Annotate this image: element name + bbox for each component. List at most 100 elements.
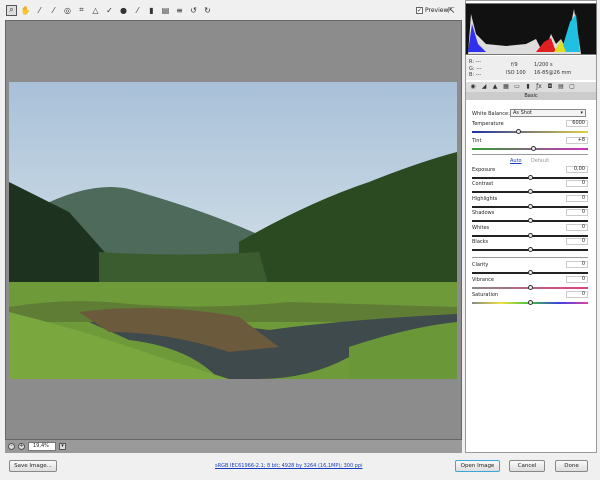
b-value: B: --- bbox=[469, 72, 482, 78]
hand-icon[interactable]: ✋ bbox=[20, 5, 31, 16]
slider-exposure: Exposure 0,00 bbox=[472, 166, 588, 180]
slider-track[interactable] bbox=[472, 300, 588, 305]
slider-track[interactable] bbox=[472, 218, 588, 223]
slider-track[interactable] bbox=[472, 270, 588, 275]
target-adjust-icon[interactable]: ◎ bbox=[62, 5, 73, 16]
slider-value-input[interactable]: 0 bbox=[566, 224, 588, 231]
slider-track[interactable] bbox=[472, 129, 588, 134]
slider-contrast: Contrast 0 bbox=[472, 180, 588, 194]
tone-curve-tab-icon[interactable]: ◢ bbox=[479, 82, 489, 91]
fx-tab-icon[interactable]: ƒx bbox=[534, 82, 544, 91]
zoom-level[interactable]: 19,4% bbox=[28, 442, 56, 451]
slider-thumb[interactable] bbox=[528, 247, 533, 252]
split-toning-tab-icon[interactable]: ▭ bbox=[512, 82, 522, 91]
crop-icon[interactable]: ⌗ bbox=[76, 5, 87, 16]
slider-thumb[interactable] bbox=[528, 285, 533, 290]
preview-checkbox[interactable]: ✓ Preview bbox=[416, 7, 448, 14]
slider-thumb[interactable] bbox=[528, 270, 533, 275]
cancel-button[interactable]: Cancel bbox=[509, 460, 545, 472]
white-balance-icon[interactable]: ⁄ bbox=[34, 5, 45, 16]
lens: 16-85@26 mm bbox=[534, 70, 572, 76]
slider-value-input[interactable]: 0 bbox=[566, 291, 588, 298]
slider-value-input[interactable]: 0 bbox=[566, 209, 588, 216]
slider-thumb[interactable] bbox=[528, 189, 533, 194]
info-readout: R: --- G: --- B: --- f/9 1/200 s ISO 100… bbox=[466, 56, 596, 80]
photo-preview[interactable] bbox=[9, 82, 457, 379]
slider-track[interactable] bbox=[472, 204, 588, 209]
hsl-tab-icon[interactable]: ▦ bbox=[501, 82, 511, 91]
slider-value-input[interactable]: 0 bbox=[566, 238, 588, 245]
slider-label: Highlights bbox=[472, 196, 498, 202]
zoom-out-button[interactable]: - bbox=[8, 443, 15, 450]
red-eye-icon[interactable]: ● bbox=[118, 5, 129, 16]
fullscreen-icon[interactable]: ⇱ bbox=[448, 6, 455, 15]
white-balance-label: White Balance: bbox=[472, 111, 510, 117]
rotate-cw-icon[interactable]: ↻ bbox=[202, 5, 213, 16]
iso: ISO 100 bbox=[506, 70, 526, 76]
slider-value-input[interactable]: 0 bbox=[566, 276, 588, 283]
slider-track[interactable] bbox=[472, 285, 588, 290]
zoom-bar: - + 19,4% ▾ bbox=[5, 440, 462, 453]
color-sampler-icon[interactable]: ⁄ bbox=[48, 5, 59, 16]
slider-label: Exposure bbox=[472, 167, 496, 173]
slider-label: Saturation bbox=[472, 292, 499, 298]
slider-value-input[interactable]: 0 bbox=[566, 195, 588, 202]
auto-link[interactable]: Auto bbox=[510, 158, 522, 164]
zoom-in-button[interactable]: + bbox=[18, 443, 25, 450]
camera-calibration-tab-icon[interactable]: ◘ bbox=[545, 82, 555, 91]
basic-tab-icon[interactable]: ◉ bbox=[468, 82, 478, 91]
slider-value-input[interactable]: +8 bbox=[566, 137, 588, 144]
zoom-icon[interactable]: ⌕ bbox=[6, 4, 17, 16]
slider-vibrance: Vibrance 0 bbox=[472, 276, 588, 290]
rotate-ccw-icon[interactable]: ↺ bbox=[188, 5, 199, 16]
slider-thumb[interactable] bbox=[531, 146, 537, 151]
done-button[interactable]: Done bbox=[555, 460, 588, 472]
slider-track[interactable] bbox=[472, 247, 588, 252]
slider-value-input[interactable]: 0,00 bbox=[566, 166, 588, 173]
detail-tab-icon[interactable]: ▲ bbox=[490, 82, 500, 91]
lens-tab-icon[interactable]: ▮ bbox=[523, 82, 533, 91]
slider-shadows: Shadows 0 bbox=[472, 209, 588, 223]
slider-thumb[interactable] bbox=[528, 175, 533, 180]
slider-track[interactable] bbox=[472, 175, 588, 180]
default-link[interactable]: Default bbox=[531, 158, 549, 164]
presets-tab-icon[interactable]: ▤ bbox=[556, 82, 566, 91]
landscape-image bbox=[9, 152, 457, 379]
graduated-filter-icon[interactable]: ▮ bbox=[146, 5, 157, 16]
white-balance-select[interactable]: As Shot ▾ bbox=[510, 109, 586, 117]
slider-value-input[interactable]: 6000 bbox=[566, 120, 588, 127]
histogram-graph bbox=[468, 9, 581, 54]
slider-label: Blacks bbox=[472, 239, 489, 245]
slider-value-input[interactable]: 0 bbox=[566, 261, 588, 268]
slider-thumb[interactable] bbox=[516, 129, 522, 134]
workflow-options-link[interactable]: sRGB IEC61966-2.1; 8 bit; 4928 by 3264 (… bbox=[215, 463, 362, 469]
open-image-button[interactable]: Open Image bbox=[455, 460, 500, 472]
slider-track[interactable] bbox=[472, 233, 588, 238]
slider-label: Shadows bbox=[472, 210, 495, 216]
radial-filter-icon[interactable]: ▤ bbox=[160, 5, 171, 16]
divider bbox=[472, 257, 588, 258]
white-balance-value: As Shot bbox=[513, 110, 532, 116]
save-image-button[interactable]: Save Image... bbox=[9, 460, 57, 472]
slider-whites: Whites 0 bbox=[472, 224, 588, 238]
slider-thumb[interactable] bbox=[528, 300, 533, 305]
preferences-icon[interactable]: ≡ bbox=[174, 5, 185, 16]
adjustment-brush-icon[interactable]: ⁄ bbox=[132, 5, 143, 16]
histogram bbox=[465, 3, 597, 55]
slider-tint: Tint +8 bbox=[472, 137, 588, 151]
slider-thumb[interactable] bbox=[528, 233, 533, 238]
slider-value-input[interactable]: 0 bbox=[566, 180, 588, 187]
slider-track[interactable] bbox=[472, 189, 588, 194]
snapshots-tab-icon[interactable]: ▢ bbox=[567, 82, 577, 91]
slider-clarity: Clarity 0 bbox=[472, 261, 588, 275]
slider-thumb[interactable] bbox=[528, 218, 533, 223]
slider-saturation: Saturation 0 bbox=[472, 291, 588, 305]
white-balance-row: White Balance: As Shot ▾ bbox=[472, 109, 588, 119]
spot-removal-icon[interactable]: ✓ bbox=[104, 5, 115, 16]
zoom-dropdown-icon[interactable]: ▾ bbox=[59, 443, 66, 450]
slider-track[interactable] bbox=[472, 146, 588, 151]
straighten-icon[interactable]: △ bbox=[90, 5, 101, 16]
slider-thumb[interactable] bbox=[528, 204, 533, 209]
checkbox[interactable]: ✓ bbox=[416, 7, 423, 14]
chevron-down-icon: ▾ bbox=[580, 110, 583, 116]
